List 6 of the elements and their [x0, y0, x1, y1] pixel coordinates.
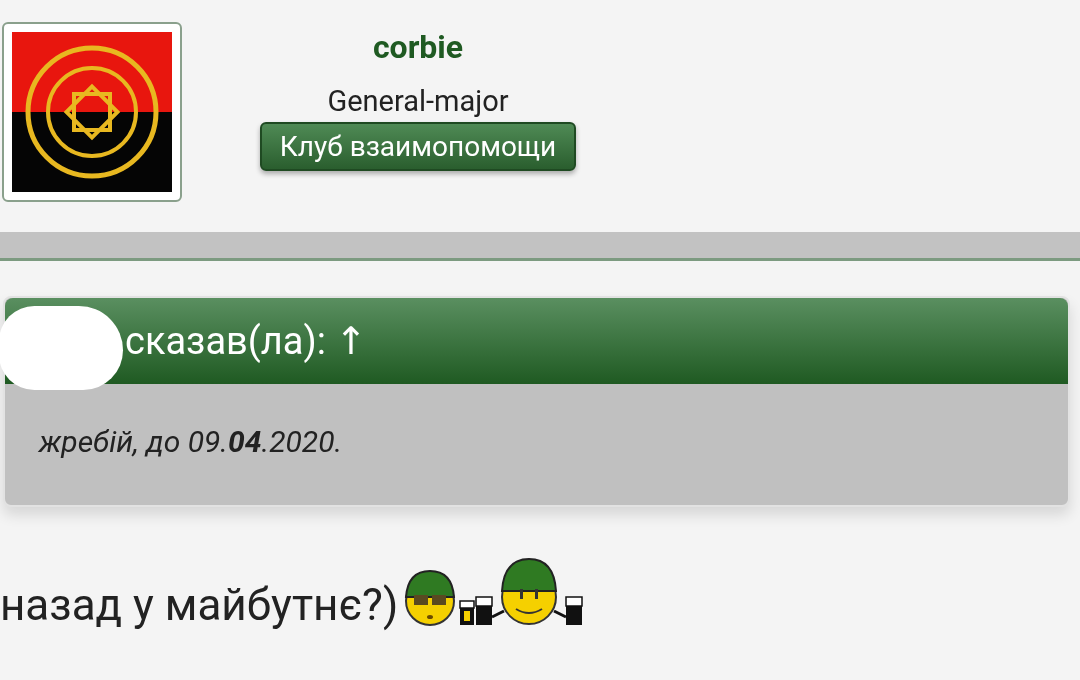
- quote-text: жребій, до 09.04.2020.: [39, 424, 343, 459]
- group-button[interactable]: Клуб взаимопомощи: [259, 122, 577, 171]
- post-text: назад у майбутнє?): [0, 579, 399, 631]
- user-name[interactable]: corbie: [372, 28, 464, 66]
- quote-author-line[interactable]: сказав(ла): ↑: [125, 319, 368, 363]
- user-rank: General-major: [327, 84, 509, 118]
